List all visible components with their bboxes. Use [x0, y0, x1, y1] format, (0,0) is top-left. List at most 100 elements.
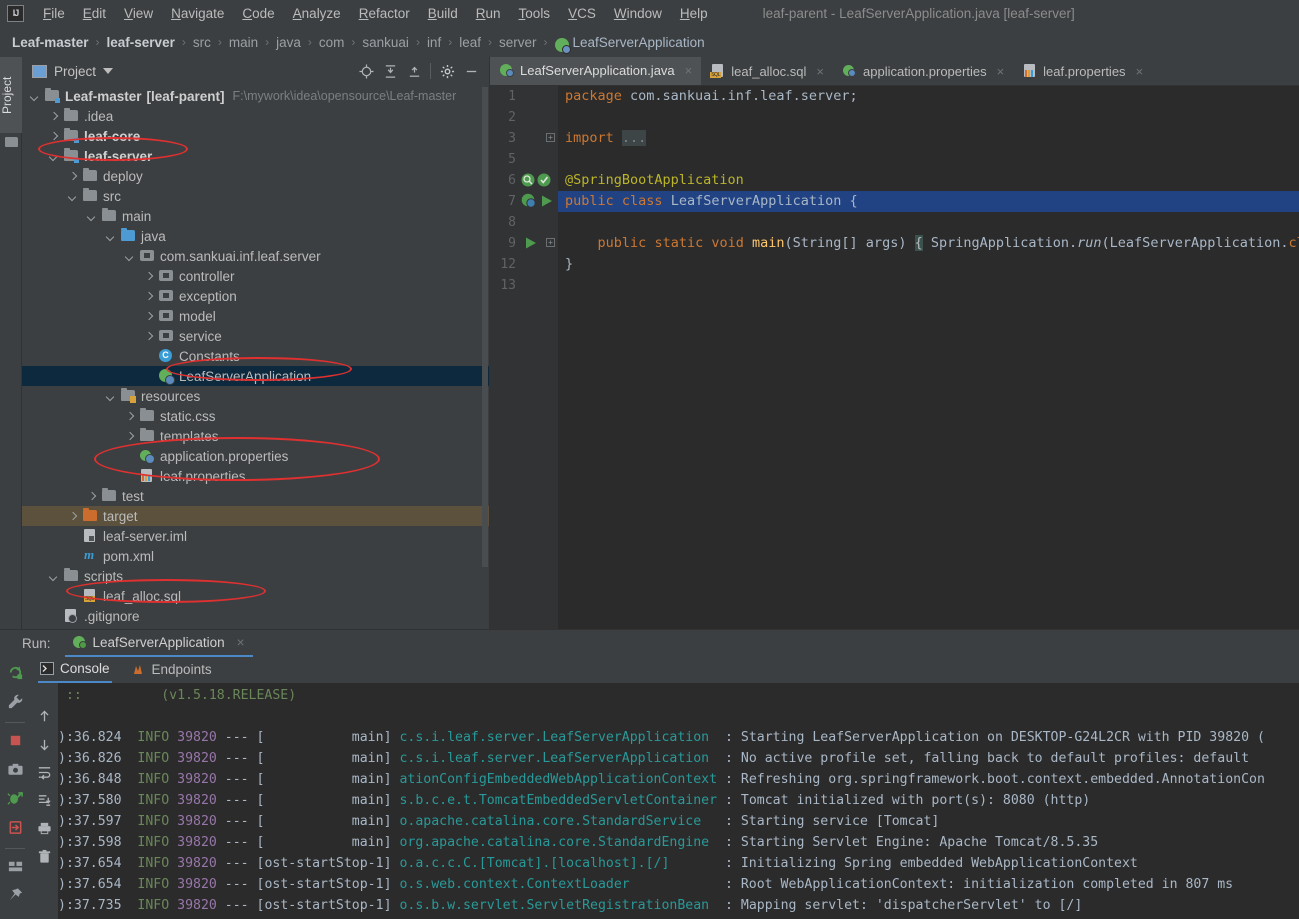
breadcrumb-item-leaf-server[interactable]: leaf-server — [107, 35, 175, 50]
editor-tab-leaf-alloc-sql[interactable]: SQL leaf_alloc.sql × — [701, 57, 833, 85]
gutter-inspection-run-icons[interactable] — [520, 172, 556, 189]
code-editor[interactable]: 1 package com.sankuai.inf.leaf.server; 2 3 +… — [490, 86, 1299, 629]
expand-all-icon[interactable] — [378, 59, 402, 83]
locate-icon[interactable] — [354, 59, 378, 83]
menu-item-file[interactable]: File — [34, 3, 74, 24]
settings-gear-icon[interactable] — [435, 59, 459, 83]
stop-icon[interactable] — [7, 729, 24, 755]
tree-node-leaf-properties[interactable]: leaf.properties — [22, 466, 489, 486]
chevron-right-icon[interactable] — [125, 432, 134, 441]
rerun-icon[interactable] — [7, 661, 24, 687]
chevron-down-icon[interactable] — [106, 392, 115, 401]
tree-node-pom-xml[interactable]: m pom.xml — [22, 546, 489, 566]
breadcrumb-item-com[interactable]: com — [319, 35, 345, 50]
menu-item-edit[interactable]: Edit — [74, 3, 115, 24]
project-tree-scrollbar[interactable] — [482, 87, 488, 567]
code-line-5[interactable]: 5 — [490, 149, 1299, 170]
clear-all-trash-icon[interactable] — [37, 849, 52, 867]
tree-node-java[interactable]: java — [22, 226, 489, 246]
breadcrumb-item-java[interactable]: java — [276, 35, 301, 50]
code-line-3[interactable]: 3 + import ... — [490, 128, 1299, 149]
editor-tab-application-properties[interactable]: application.properties × — [833, 57, 1013, 85]
attach-icon[interactable] — [7, 816, 24, 842]
project-tree[interactable]: Leaf-master [leaf-parent] F:\mywork\idea\o… — [22, 85, 489, 629]
print-icon[interactable] — [37, 821, 52, 839]
chevron-down-icon[interactable] — [106, 232, 115, 241]
breadcrumb-item-server[interactable]: server — [499, 35, 537, 50]
debug-export-icon[interactable] — [6, 787, 24, 813]
chevron-down-icon[interactable] — [49, 572, 58, 581]
code-line-8[interactable]: 8 — [490, 212, 1299, 233]
tree-node-static-css[interactable]: static.css — [22, 406, 489, 426]
tree-node-deploy[interactable]: deploy — [22, 166, 489, 186]
tree-node-test[interactable]: test — [22, 486, 489, 506]
close-icon[interactable]: × — [685, 63, 693, 78]
tree-node-scripts[interactable]: scripts — [22, 566, 489, 586]
menu-item-analyze[interactable]: Analyze — [284, 3, 350, 24]
tree-node-leaf-master[interactable]: Leaf-master [leaf-parent] F:\mywork\idea\o… — [22, 86, 489, 106]
tree-node-target[interactable]: target — [22, 506, 489, 526]
breadcrumb-item-main[interactable]: main — [229, 35, 258, 50]
menu-item-navigate[interactable]: Navigate — [162, 3, 233, 24]
menu-item-code[interactable]: Code — [233, 3, 283, 24]
tree-node-main[interactable]: main — [22, 206, 489, 226]
editor-tab-leafserverapplication-java[interactable]: LeafServerApplication.java × — [490, 57, 702, 85]
tree-node-leaf-server[interactable]: leaf-server — [22, 146, 489, 166]
chevron-down-icon[interactable] — [68, 192, 77, 201]
close-icon[interactable]: × — [997, 64, 1005, 79]
menu-item-vcs[interactable]: VCS — [559, 3, 605, 24]
chevron-right-icon[interactable] — [144, 272, 153, 281]
code-line-7[interactable]: 7 public class LeafServerApplication { — [490, 191, 1299, 212]
menu-item-refactor[interactable]: Refactor — [350, 3, 419, 24]
scroll-to-end-icon[interactable] — [37, 793, 52, 811]
fold-expand-icon[interactable]: + — [546, 133, 555, 142]
menu-item-help[interactable]: Help — [671, 3, 717, 24]
chevron-right-icon[interactable] — [144, 332, 153, 341]
fold-expand-icon[interactable]: + — [546, 238, 555, 247]
tree-node-exception[interactable]: exception — [22, 286, 489, 306]
breadcrumb-item-leaf-master[interactable]: Leaf-master — [12, 35, 89, 50]
chevron-right-icon[interactable] — [144, 312, 153, 321]
chevron-down-icon[interactable] — [30, 92, 39, 101]
breadcrumb-item-src[interactable]: src — [193, 35, 211, 50]
chevron-right-icon[interactable] — [125, 412, 134, 421]
tree-node-com-sankuai-inf-leaf-server[interactable]: com.sankuai.inf.leaf.server — [22, 246, 489, 266]
chevron-right-icon[interactable] — [49, 132, 58, 141]
menu-item-build[interactable]: Build — [419, 3, 467, 24]
code-line-2[interactable]: 2 — [490, 107, 1299, 128]
code-line-6[interactable]: 6 @SpringBootApplication — [490, 170, 1299, 191]
chevron-right-icon[interactable] — [49, 112, 58, 121]
tree-node-resources[interactable]: resources — [22, 386, 489, 406]
hide-panel-icon[interactable] — [459, 59, 483, 83]
tree-node-constants[interactable]: C Constants — [22, 346, 489, 366]
menu-item-run[interactable]: Run — [467, 3, 510, 24]
tree-node-leaf-server-iml[interactable]: leaf-server.iml — [22, 526, 489, 546]
breadcrumb-item-sankuai[interactable]: sankuai — [362, 35, 409, 50]
edit-configuration-wrench-icon[interactable] — [7, 690, 24, 716]
close-icon[interactable]: × — [1136, 64, 1144, 79]
scroll-down-icon[interactable] — [37, 737, 52, 755]
menu-item-view[interactable]: View — [115, 3, 162, 24]
tree-node-leafserverapplication[interactable]: LeafServerApplication — [22, 366, 489, 386]
console-output[interactable]: :: (v1.5.18.RELEASE) ):36.824 INFO 39820… — [58, 683, 1299, 919]
sidebar-tab-project[interactable]: Project — [0, 57, 22, 133]
editor-tab-leaf-properties[interactable]: leaf.properties × — [1013, 57, 1152, 85]
chevron-right-icon[interactable] — [87, 492, 96, 501]
menu-item-window[interactable]: Window — [605, 3, 671, 24]
chevron-right-icon[interactable] — [68, 512, 77, 521]
run-configuration-tab[interactable]: LeafServerApplication × — [64, 631, 253, 657]
code-line-9[interactable]: 9 + public static void main(String[] args… — [490, 233, 1299, 254]
screenshot-camera-icon[interactable] — [7, 758, 24, 784]
code-line-13[interactable]: 13 — [490, 275, 1299, 296]
tree-node--idea[interactable]: .idea — [22, 106, 489, 126]
editor-lines[interactable]: 1 package com.sankuai.inf.leaf.server; 2 3 +… — [490, 86, 1299, 629]
console-tab-console[interactable]: Console — [38, 658, 112, 683]
chevron-down-icon[interactable] — [87, 212, 96, 221]
pin-icon[interactable] — [7, 884, 24, 910]
tree-node-leaf-core[interactable]: leaf-core — [22, 126, 489, 146]
tree-node--gitignore[interactable]: .gitignore — [22, 606, 489, 626]
code-line-12[interactable]: 12} — [490, 254, 1299, 275]
chevron-down-icon[interactable] — [125, 252, 134, 261]
scroll-up-icon[interactable] — [37, 709, 52, 727]
soft-wrap-icon[interactable] — [37, 765, 52, 783]
